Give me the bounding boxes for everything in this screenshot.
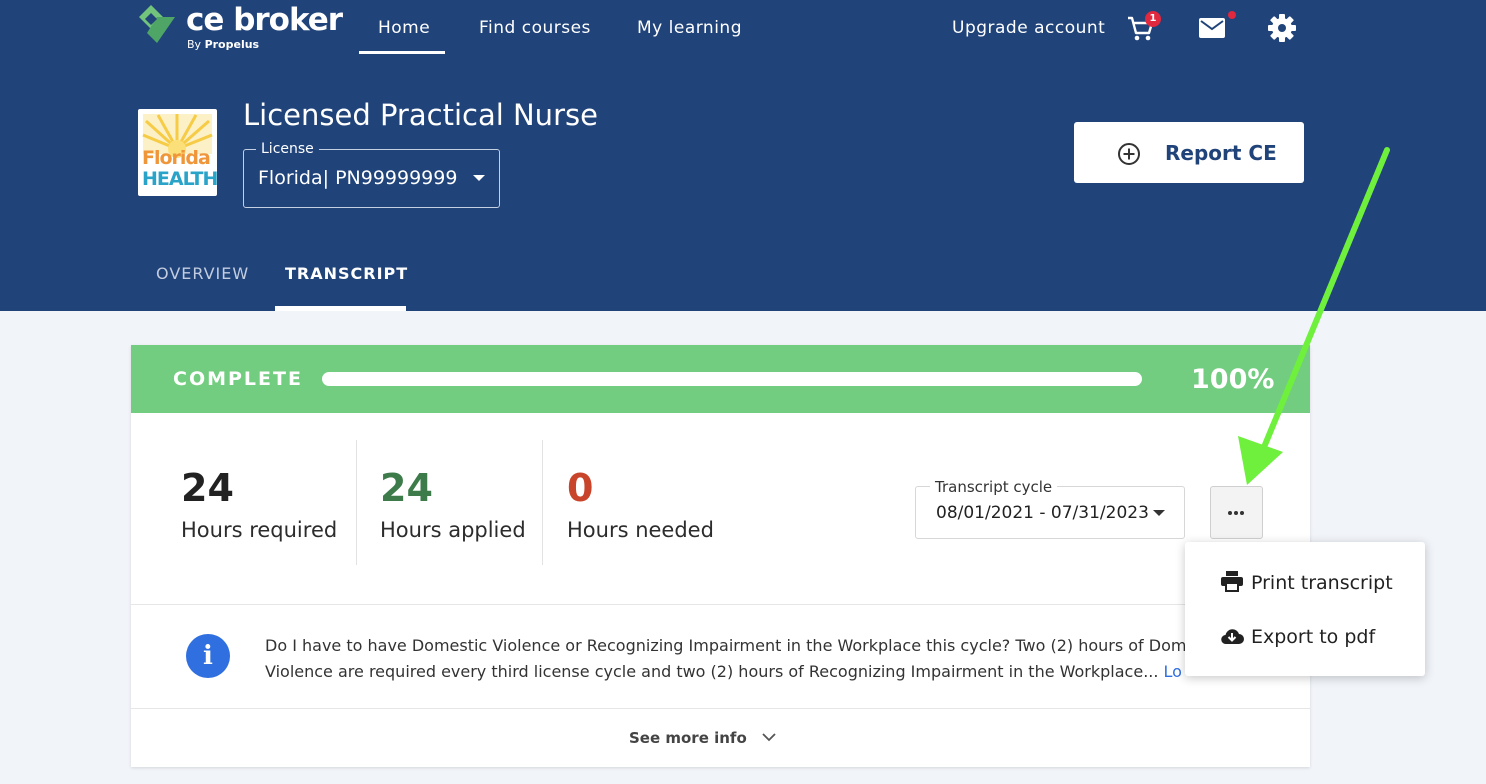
- nav-my-learning[interactable]: My learning: [637, 18, 742, 38]
- ce-broker-logo-icon[interactable]: [137, 3, 177, 45]
- info-message: Do I have to have Domestic Violence or R…: [265, 633, 1185, 683]
- section-divider: [131, 708, 1310, 709]
- info-line-1: Do I have to have Domestic Violence or R…: [265, 636, 1185, 655]
- progress-track: [322, 372, 1142, 386]
- hours-needed-label: Hours needed: [567, 518, 714, 542]
- plus-circle-icon[interactable]: [1117, 142, 1141, 166]
- info-line-2: Violence are required every third licens…: [265, 659, 1185, 683]
- caret-down-icon[interactable]: [1153, 510, 1165, 516]
- transcript-cycle-value[interactable]: 08/01/2021 - 07/31/2023: [936, 503, 1149, 523]
- brand-subtitle: By Propelus: [187, 38, 259, 51]
- brand-name[interactable]: ce broker: [186, 2, 343, 38]
- nav-find-courses[interactable]: Find courses: [479, 18, 591, 38]
- hours-applied-label: Hours applied: [380, 518, 526, 542]
- status-percent: 100%: [1191, 364, 1275, 395]
- stat-divider: [356, 440, 357, 565]
- stat-divider: [542, 440, 543, 565]
- info-icon: i: [186, 634, 230, 678]
- brand-sub-company: Propelus: [204, 38, 260, 51]
- hours-required-value: 24: [181, 466, 234, 510]
- more-options-button[interactable]: [1210, 486, 1263, 539]
- mail-notification-dot: [1228, 11, 1236, 19]
- print-transcript-label[interactable]: Print transcript: [1251, 572, 1393, 594]
- tab-transcript-underline: [275, 306, 406, 311]
- export-pdf-label[interactable]: Export to pdf: [1251, 626, 1375, 648]
- more-options-menu: [1185, 542, 1425, 676]
- license-value[interactable]: Florida| PN99999999: [258, 167, 457, 189]
- status-label: COMPLETE: [173, 368, 303, 390]
- mail-icon[interactable]: [1199, 18, 1225, 38]
- nav-home[interactable]: Home: [378, 18, 430, 38]
- gear-icon[interactable]: [1268, 14, 1296, 42]
- cart-count-badge: 1: [1145, 11, 1161, 27]
- nav-upgrade-account[interactable]: Upgrade account: [952, 18, 1105, 38]
- info-line-2-text: Violence are required every third licens…: [265, 662, 1159, 681]
- tab-overview[interactable]: OVERVIEW: [156, 264, 249, 283]
- export-pdf-item[interactable]: Export to pdf: [1220, 626, 1375, 648]
- cloud-download-icon: [1221, 629, 1244, 645]
- hours-needed-value: 0: [567, 466, 594, 510]
- logo-word-florida: Florida: [142, 147, 211, 169]
- hours-applied-value: 24: [380, 466, 433, 510]
- see-more-label[interactable]: See more info: [629, 729, 747, 747]
- print-transcript-item[interactable]: Print transcript: [1220, 570, 1393, 594]
- section-divider: [131, 604, 1310, 605]
- ellipsis-icon[interactable]: [1226, 510, 1246, 516]
- nav-home-underline: [359, 51, 445, 54]
- see-more-info-button[interactable]: See more info: [629, 729, 776, 747]
- tab-transcript[interactable]: TRANSCRIPT: [285, 264, 408, 283]
- florida-health-logo: Florida HEALTH: [138, 109, 217, 196]
- report-ce-label[interactable]: Report CE: [1165, 141, 1277, 165]
- license-label: License: [256, 141, 319, 157]
- learn-more-link[interactable]: Lo: [1164, 662, 1182, 681]
- page-title: Licensed Practical Nurse: [243, 98, 598, 132]
- hours-required-label: Hours required: [181, 518, 338, 542]
- brand-sub-prefix: By: [187, 38, 202, 51]
- printer-icon: [1221, 571, 1243, 592]
- caret-down-icon[interactable]: [473, 175, 485, 181]
- progress-fill: [322, 372, 1142, 386]
- chevron-down-icon[interactable]: [762, 733, 776, 742]
- logo-word-health: HEALTH: [142, 168, 217, 190]
- transcript-cycle-label: Transcript cycle: [930, 478, 1058, 496]
